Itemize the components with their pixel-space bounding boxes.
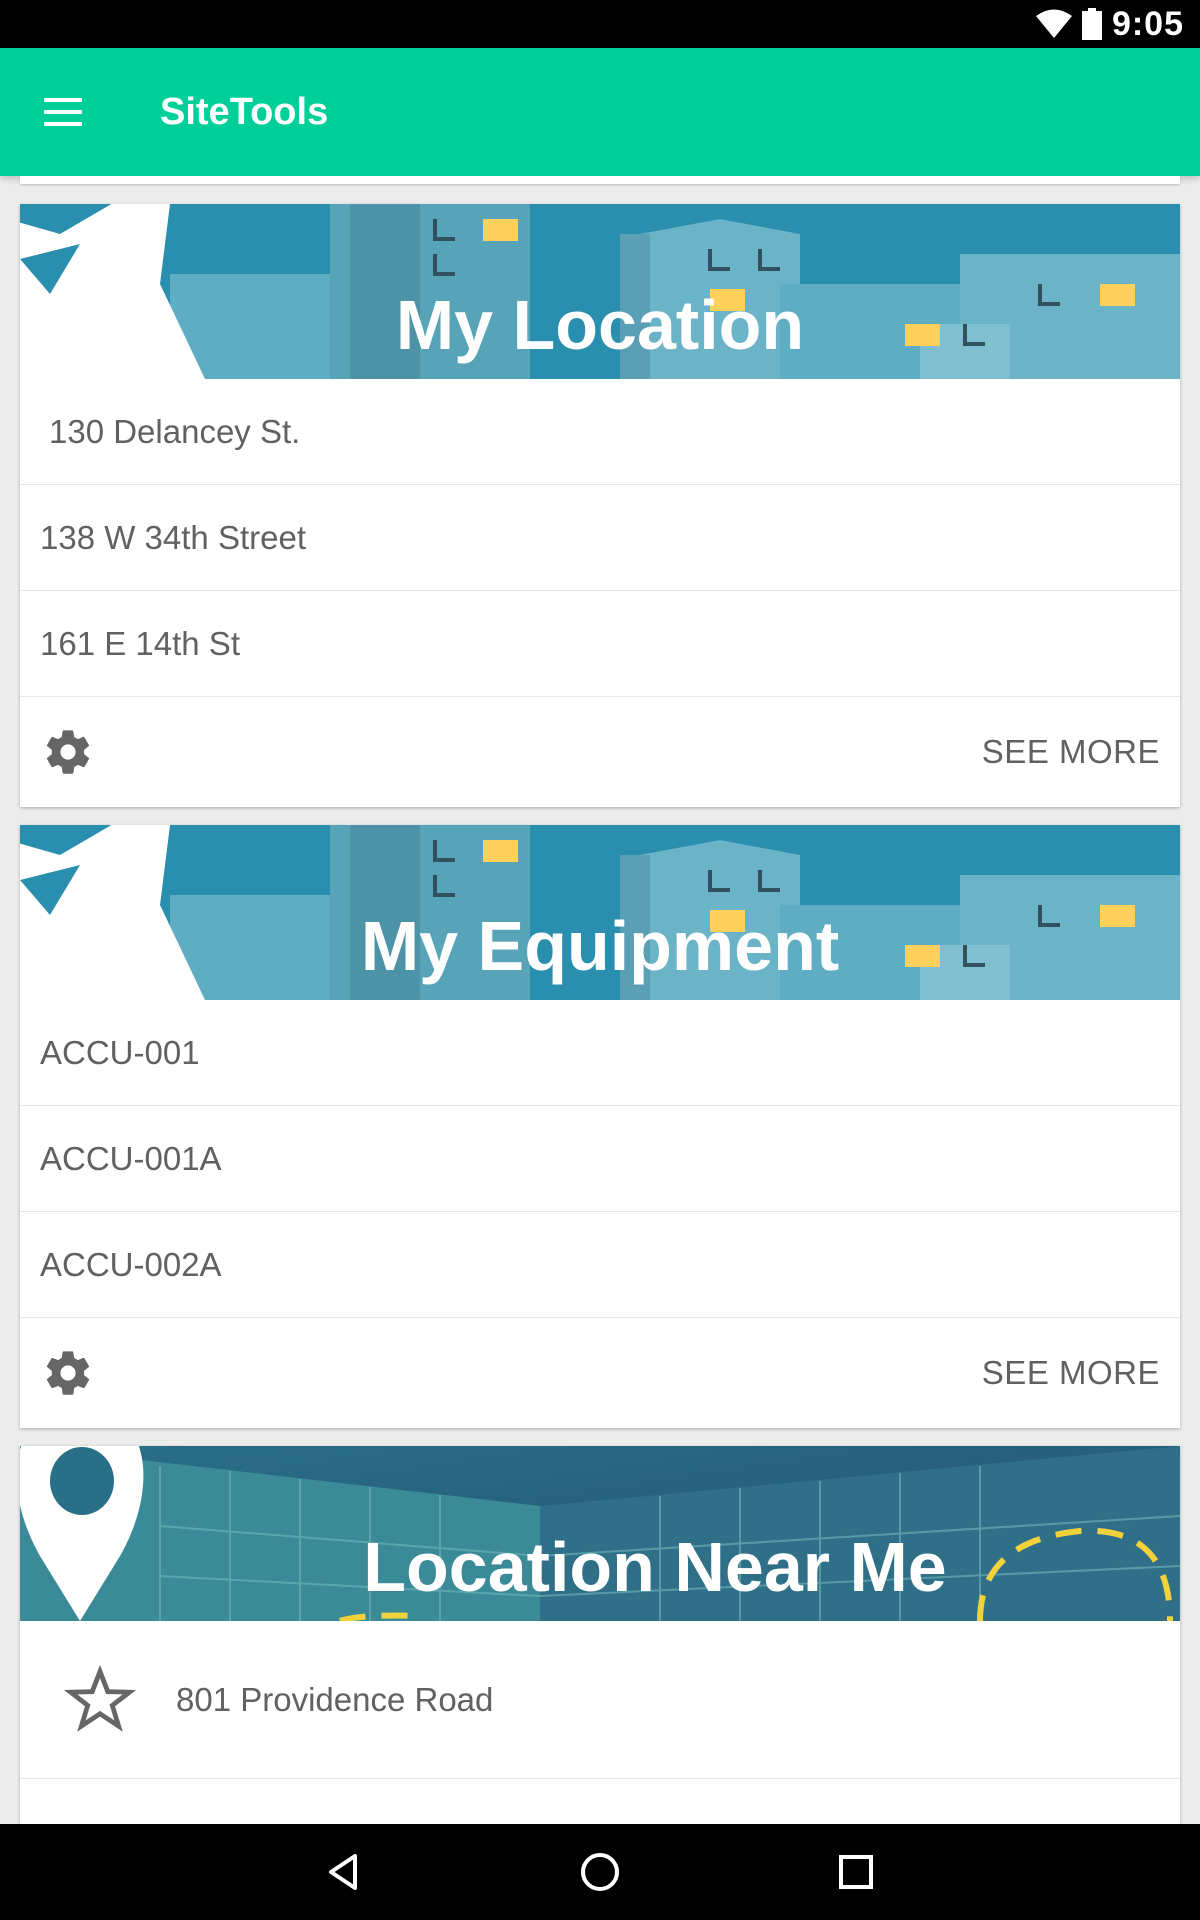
my-location-card: My Location 130 Delancey St. 138 W 34th … <box>20 204 1180 807</box>
card-sliver <box>20 176 1180 184</box>
nav-back-icon[interactable] <box>321 1848 369 1896</box>
location-list-item[interactable]: 138 W 34th Street <box>20 485 1180 591</box>
status-time: 9:05 <box>1111 4 1184 43</box>
card-footer: SEE MORE <box>20 1318 1180 1428</box>
main-content[interactable]: My Location 130 Delancey St. 138 W 34th … <box>0 176 1200 1824</box>
menu-icon[interactable] <box>44 88 100 136</box>
location-list-item[interactable]: 130 Delancey St. <box>20 379 1180 485</box>
card-header-banner: My Equipment <box>20 825 1180 1000</box>
card-footer: SEE MORE <box>20 697 1180 807</box>
card-title: My Location <box>395 286 805 364</box>
star-outline-icon[interactable] <box>64 1664 136 1736</box>
settings-gear-icon[interactable] <box>42 726 94 778</box>
location-list-item[interactable]: 161 E 14th St <box>20 591 1180 697</box>
nav-recents-icon[interactable] <box>832 1848 880 1896</box>
settings-gear-icon[interactable] <box>42 1347 94 1399</box>
status-icons: 9:05 <box>1035 0 1184 48</box>
app-title: SiteTools <box>160 91 329 133</box>
card-title: My Equipment <box>360 907 840 985</box>
equipment-list-item[interactable]: ACCU-002A <box>20 1212 1180 1318</box>
equipment-list-item[interactable]: ACCU-001 <box>20 1000 1180 1106</box>
nearby-location-label: 801 Providence Road <box>176 1680 494 1718</box>
card-header-banner: Location Near Me <box>20 1446 1180 1621</box>
nav-home-icon[interactable] <box>576 1848 624 1896</box>
nearby-location-item[interactable]: 801 Providence Road <box>20 1621 1180 1779</box>
my-equipment-card: My Equipment ACCU-001 ACCU-001A ACCU-002… <box>20 825 1180 1428</box>
wifi-icon <box>1035 9 1072 38</box>
card-header-banner: My Location <box>20 204 1180 379</box>
see-more-button[interactable]: SEE MORE <box>982 1354 1160 1392</box>
battery-icon <box>1081 8 1102 40</box>
see-more-button[interactable]: SEE MORE <box>982 733 1160 771</box>
status-bar: 9:05 <box>0 0 1200 48</box>
navigation-bar <box>0 1824 1200 1920</box>
equipment-list-item[interactable]: ACCU-001A <box>20 1106 1180 1212</box>
app-bar: SiteTools <box>0 48 1200 176</box>
location-near-me-card: Location Near Me 801 Providence Road <box>20 1446 1180 1824</box>
card-title: Location Near Me <box>363 1528 947 1606</box>
